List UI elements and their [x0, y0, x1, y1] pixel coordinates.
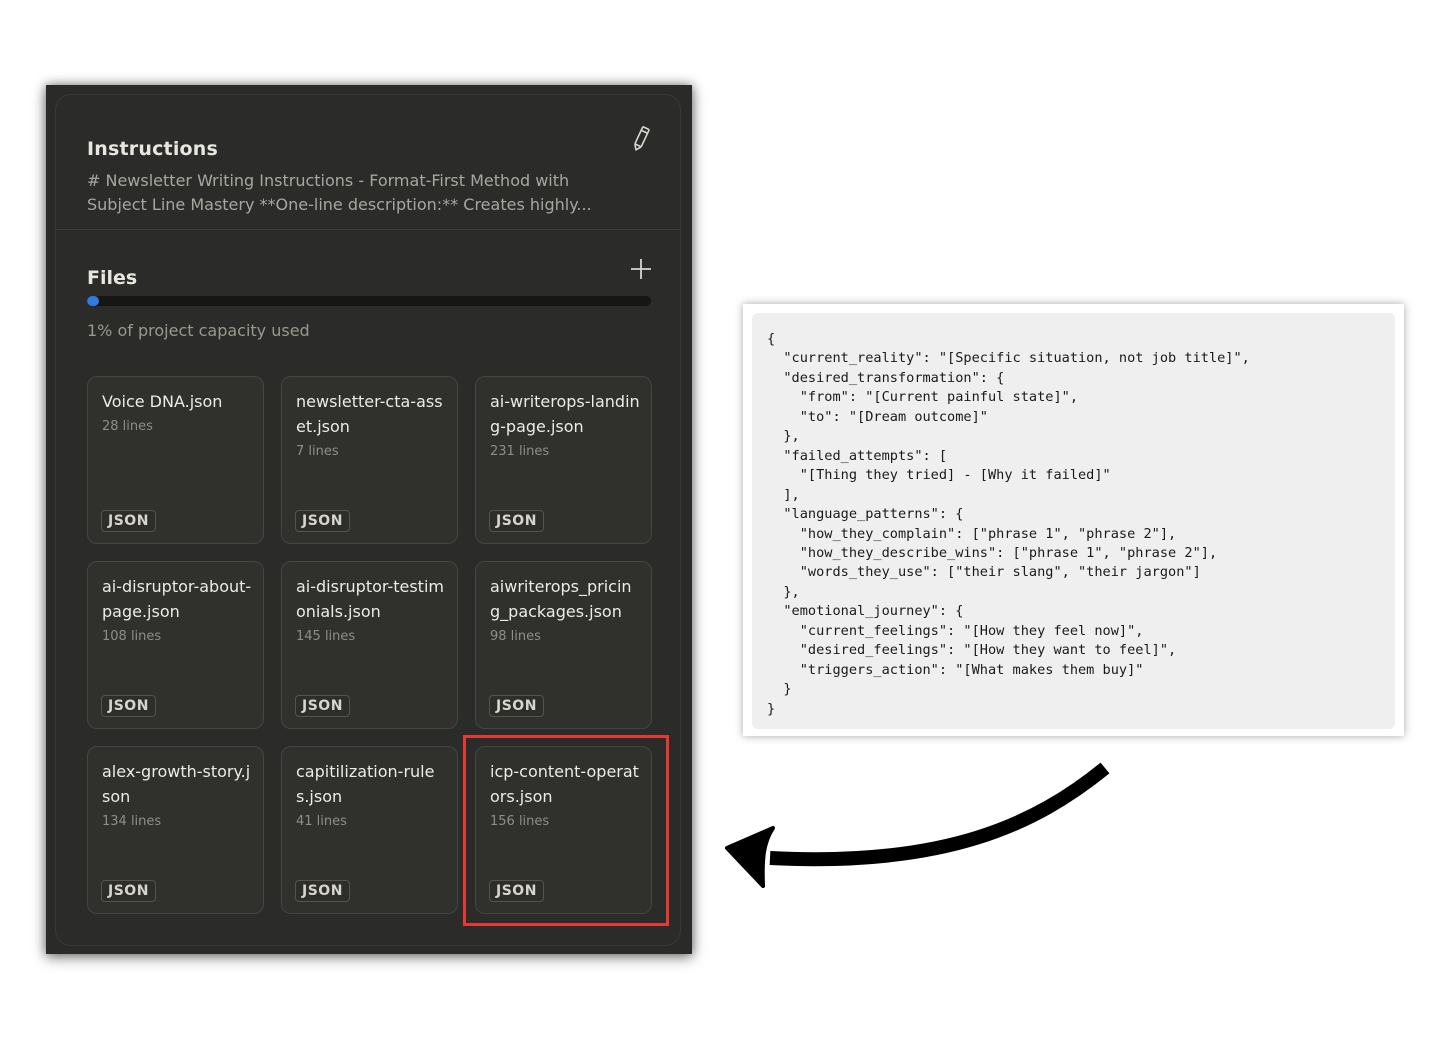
section-divider: [56, 229, 680, 230]
file-card[interactable]: ai-writerops-landing-page.json 231 lines J…: [475, 376, 652, 544]
file-line-count: 156 lines: [490, 814, 550, 829]
file-type-badge: JSON: [101, 880, 156, 902]
project-panel-inner: Instructions # Newsletter Writing Instru…: [55, 94, 681, 946]
file-name: capitilization-rules.json 41 lines: [296, 759, 446, 831]
files-title: Files: [87, 267, 138, 289]
file-name: ai-disruptor-testimonials.json 145 lines: [296, 574, 446, 646]
file-line-count: 41 lines: [296, 814, 347, 829]
file-type-badge: JSON: [101, 695, 156, 717]
file-type-badge: JSON: [295, 695, 350, 717]
file-card[interactable]: ai-disruptor-testimonials.json 145 lines J…: [281, 561, 458, 729]
file-name: ai-disruptor-about-page.json 108 lines: [102, 574, 252, 646]
file-name: alex-growth-story.json 134 lines: [102, 759, 252, 831]
file-name: Voice DNA.json 28 lines: [102, 389, 252, 436]
capacity-progress-bar: [87, 296, 651, 306]
instructions-description: # Newsletter Writing Instructions - Form…: [87, 171, 592, 214]
file-card[interactable]: capitilization-rules.json 41 lines JSON: [281, 746, 458, 914]
file-line-count: 7 lines: [296, 444, 339, 459]
file-card[interactable]: aiwriterops_pricing_packages.json 98 line…: [475, 561, 652, 729]
code-content: { "current_reality": "[Specific situatio…: [767, 331, 1250, 717]
file-type-badge: JSON: [295, 510, 350, 532]
file-name-text: icp-content-operators.json: [490, 762, 639, 806]
file-name: newsletter-cta-asset.json 7 lines: [296, 389, 446, 461]
plus-icon[interactable]: [629, 257, 653, 281]
file-card[interactable]: Voice DNA.json 28 lines JSON: [87, 376, 264, 544]
file-name-text: newsletter-cta-asset.json: [296, 392, 443, 436]
file-name-text: capitilization-rules.json: [296, 762, 435, 806]
file-line-count: 134 lines: [102, 814, 162, 829]
file-grid: Voice DNA.json 28 lines JSON newsletter-cta…: [87, 376, 652, 914]
instructions-title: Instructions: [87, 138, 219, 160]
code-block: { "current_reality": "[Specific situatio…: [752, 313, 1395, 729]
file-line-count: 98 lines: [490, 629, 541, 644]
curved-arrow-icon: [725, 762, 1110, 888]
file-line-count: 231 lines: [490, 444, 550, 459]
pencil-icon[interactable]: [629, 125, 653, 153]
project-panel: Instructions # Newsletter Writing Instru…: [46, 85, 692, 954]
file-name-text: Voice DNA.json: [102, 392, 223, 411]
file-name: aiwriterops_pricing_packages.json 98 line…: [490, 574, 640, 646]
file-card[interactable]: ai-disruptor-about-page.json 108 lines JSO…: [87, 561, 264, 729]
file-line-count: 28 lines: [102, 419, 153, 434]
capacity-text: 1% of project capacity used: [87, 321, 310, 340]
file-card[interactable]: newsletter-cta-asset.json 7 lines JSON: [281, 376, 458, 544]
file-type-badge: JSON: [295, 880, 350, 902]
file-name-text: alex-growth-story.json: [102, 762, 251, 806]
capacity-progress-fill: [87, 296, 99, 306]
file-line-count: 145 lines: [296, 629, 356, 644]
file-card[interactable]: icp-content-operators.json 156 lines JSON: [475, 746, 652, 914]
file-name-text: ai-writerops-landing-page.json: [490, 392, 640, 436]
file-name: icp-content-operators.json 156 lines: [490, 759, 640, 831]
file-line-count: 108 lines: [102, 629, 162, 644]
file-name-text: ai-disruptor-testimonials.json: [296, 577, 444, 621]
file-type-badge: JSON: [101, 510, 156, 532]
file-name-text: ai-disruptor-about-page.json: [102, 577, 252, 621]
file-type-badge: JSON: [489, 510, 544, 532]
file-card[interactable]: alex-growth-story.json 134 lines JSON: [87, 746, 264, 914]
file-name-text: aiwriterops_pricing_packages.json: [490, 577, 632, 621]
file-type-badge: JSON: [489, 695, 544, 717]
file-type-badge: JSON: [489, 880, 544, 902]
code-card: { "current_reality": "[Specific situatio…: [743, 304, 1404, 736]
file-name: ai-writerops-landing-page.json 231 lines: [490, 389, 640, 461]
